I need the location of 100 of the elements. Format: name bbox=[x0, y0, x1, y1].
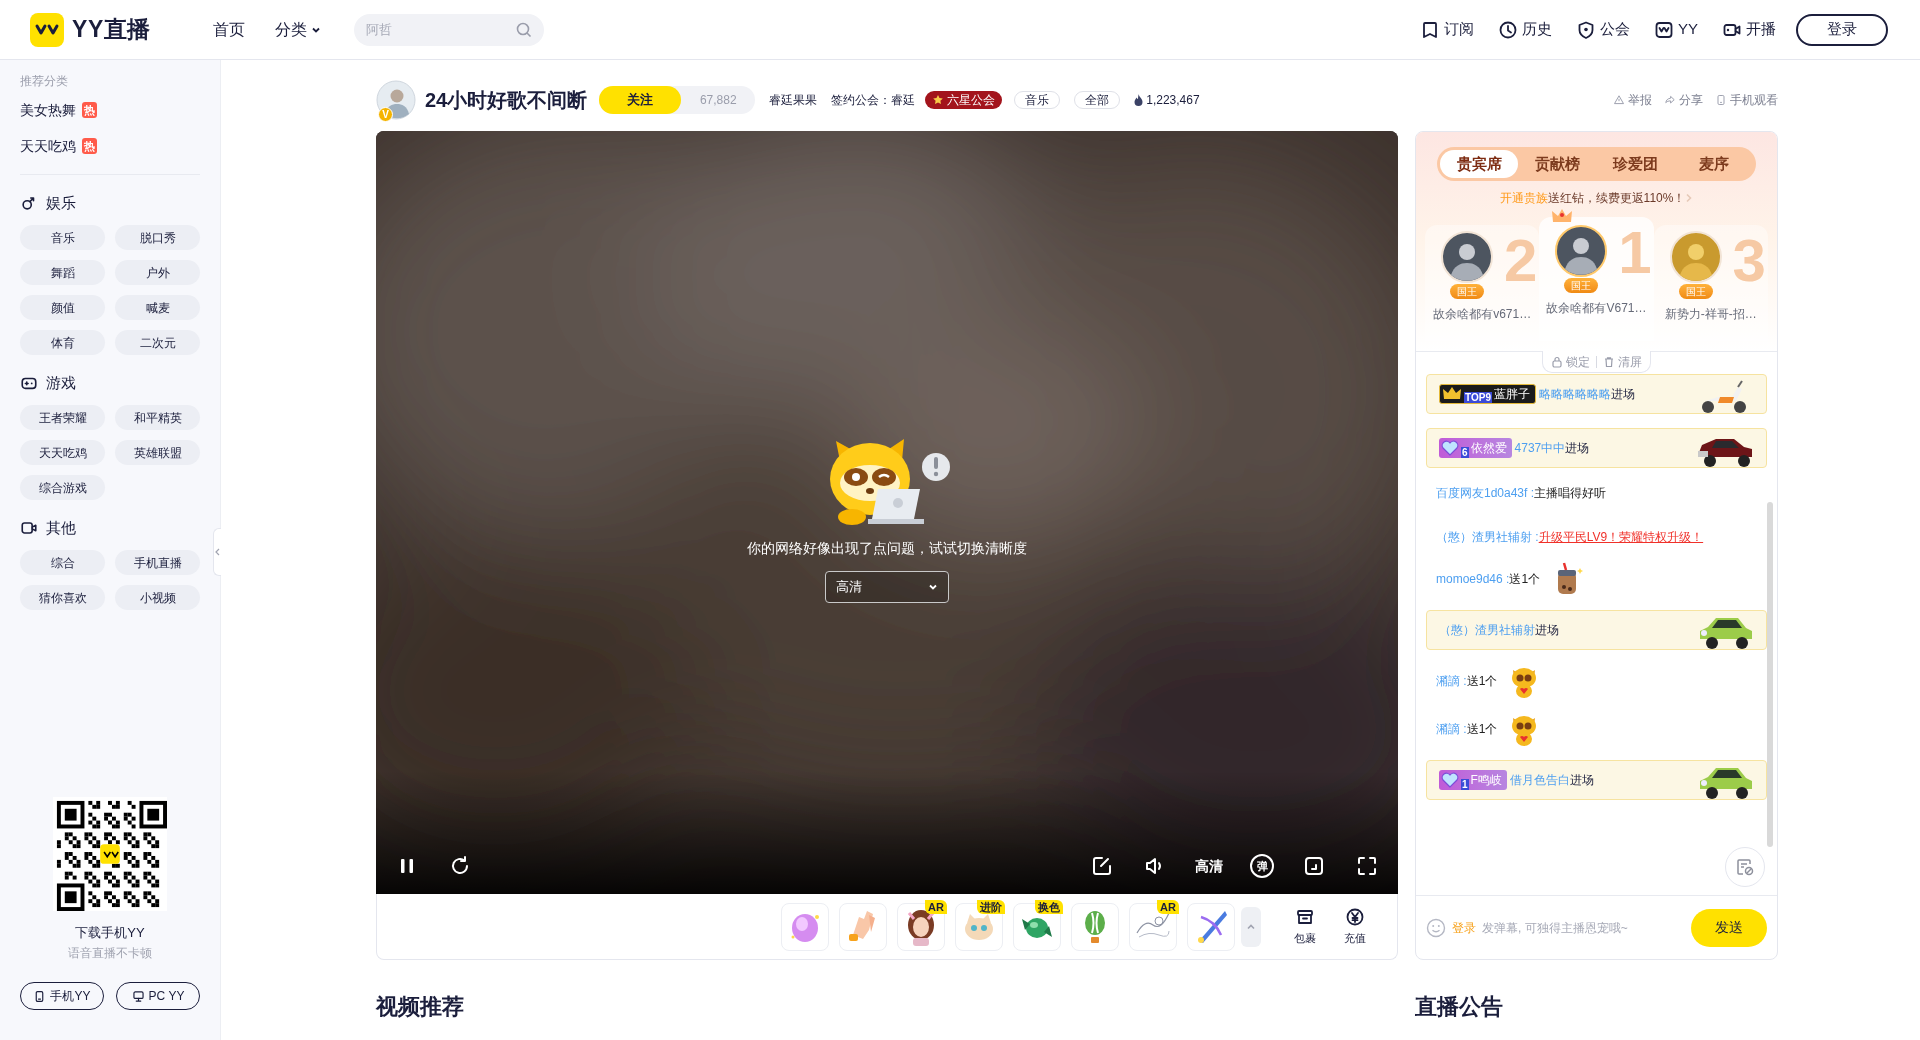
entry-text: 略略略略略略进场 bbox=[1538, 386, 1635, 403]
message-field[interactable]: 发弹幕, 可独得主播恩宠哦~ bbox=[1482, 918, 1685, 937]
title-badge: 国王 bbox=[1564, 278, 1599, 293]
send-button[interactable]: 发送 bbox=[1691, 908, 1767, 947]
category-chip[interactable]: 音乐 bbox=[20, 225, 105, 250]
panel-tab[interactable]: 麦序 bbox=[1674, 150, 1753, 178]
category-chip[interactable]: 二次元 bbox=[115, 330, 200, 355]
gift-button[interactable] bbox=[839, 902, 887, 951]
search-field[interactable]: 阿哲 bbox=[354, 13, 544, 46]
chevron-icon bbox=[1685, 193, 1694, 203]
sidebar-link[interactable]: 天天吃鸡 bbox=[20, 135, 76, 157]
header-link[interactable]: 公会 bbox=[1576, 18, 1630, 41]
promo-link[interactable]: 开通贵族送红钻，续费更返110%！ bbox=[1499, 189, 1686, 207]
category-chip[interactable]: 舞蹈 bbox=[20, 260, 105, 285]
header-link[interactable]: 历史 bbox=[1498, 18, 1552, 41]
panel-tab[interactable]: 珍爱团 bbox=[1596, 150, 1675, 178]
pip-icon bbox=[1303, 855, 1325, 877]
guild-label: 签约公会：睿廷 bbox=[831, 92, 916, 109]
category-chip[interactable]: 英雄联盟 bbox=[115, 440, 200, 465]
sidebar-link[interactable]: 美女热舞 bbox=[20, 99, 76, 121]
login-button[interactable]: 登录 bbox=[1796, 13, 1888, 46]
category-chip[interactable]: 王者荣耀 bbox=[20, 405, 105, 430]
rank-number: 2 bbox=[1503, 231, 1538, 291]
quality-select[interactable]: 高清 bbox=[825, 571, 949, 603]
badge-label: F鸣岐 bbox=[1470, 772, 1502, 789]
gift-button[interactable]: 进阶 bbox=[955, 902, 1003, 951]
crown-icon bbox=[1442, 386, 1462, 402]
user-avatar[interactable] bbox=[1441, 231, 1494, 283]
nav-link[interactable]: 分类 bbox=[275, 17, 321, 42]
gift-button[interactable] bbox=[1187, 902, 1235, 951]
category-chip[interactable]: 和平精英 bbox=[115, 405, 200, 430]
collapse-handle[interactable] bbox=[213, 528, 221, 576]
user-avatar[interactable] bbox=[1555, 225, 1608, 277]
danmaku-filter-button[interactable] bbox=[1725, 847, 1765, 887]
recharge-button[interactable]: 充值 bbox=[1335, 906, 1375, 947]
error-message: 你的网络好像出现了点问题，试试切换清晰度 bbox=[747, 539, 1027, 558]
category-chip[interactable]: 猜你喜欢 bbox=[20, 585, 105, 610]
yy-logo-icon bbox=[1654, 19, 1674, 40]
entry-text: 4737中中进场 bbox=[1514, 440, 1590, 457]
rank-number: 1 bbox=[1618, 223, 1652, 283]
gift-button[interactable]: 换色 bbox=[1013, 902, 1061, 951]
category-chip[interactable]: 户外 bbox=[115, 260, 200, 285]
hot-badge: 热 bbox=[82, 138, 97, 154]
badge-level: 6 bbox=[1461, 447, 1469, 458]
heart-icon bbox=[1441, 440, 1459, 456]
nav-link[interactable]: 首页 bbox=[213, 17, 245, 42]
chevron-icon bbox=[215, 548, 220, 556]
logo-text[interactable]: YY直播 bbox=[72, 12, 151, 47]
badge-level: TOP9 bbox=[1464, 392, 1492, 403]
entry-text: （憨）渣男社辅射进场 bbox=[1439, 622, 1559, 639]
gift-button[interactable] bbox=[1071, 902, 1119, 951]
emoji-icon[interactable] bbox=[1426, 917, 1446, 938]
category-chip[interactable]: 综合游戏 bbox=[20, 475, 105, 500]
gift-message: momoe9d46 :送1个 bbox=[1436, 571, 1541, 588]
gift-button[interactable]: AR bbox=[1129, 902, 1177, 951]
header-link[interactable]: 开播 bbox=[1722, 18, 1776, 41]
monitor-icon bbox=[131, 989, 145, 1003]
search-icon[interactable] bbox=[516, 21, 532, 38]
section-heading: 视频推荐 bbox=[376, 994, 464, 1019]
follow-button[interactable]: 关注 bbox=[599, 86, 682, 114]
gift-button[interactable] bbox=[781, 902, 829, 951]
category-chip[interactable]: 颜值 bbox=[20, 295, 105, 320]
gift-tag: 换色 bbox=[1035, 899, 1063, 914]
entry-text: 借月色告白进场 bbox=[1509, 772, 1594, 789]
panel-tab[interactable]: 贵宾席 bbox=[1440, 150, 1519, 178]
download-subtitle: 语音直播不卡顿 bbox=[68, 945, 152, 962]
rank-number: 3 bbox=[1732, 231, 1766, 291]
gift-button[interactable]: AR bbox=[897, 902, 945, 951]
category-chip[interactable]: 手机直播 bbox=[115, 550, 200, 575]
section-heading: 直播公告 bbox=[1415, 994, 1503, 1019]
action-link[interactable]: 举报 bbox=[1613, 91, 1652, 109]
action-link[interactable]: 分享 bbox=[1664, 91, 1703, 109]
star-icon bbox=[932, 94, 945, 106]
bag-button[interactable]: 包裹 bbox=[1285, 906, 1325, 947]
category-chip[interactable]: 小视频 bbox=[115, 585, 200, 610]
download-title: 下载手机YY bbox=[75, 923, 145, 942]
quality-button[interactable]: 高清 bbox=[1195, 855, 1223, 877]
category-chip[interactable]: 喊麦 bbox=[115, 295, 200, 320]
badge-label: 蓝胖子 bbox=[1493, 386, 1530, 403]
logo-icon[interactable] bbox=[30, 12, 64, 47]
category-chip[interactable]: 综合 bbox=[20, 550, 105, 575]
scrollbar[interactable] bbox=[1767, 502, 1773, 847]
header-link[interactable]: 订阅 bbox=[1420, 18, 1474, 41]
category-chip[interactable]: 体育 bbox=[20, 330, 105, 355]
streamer-avatar[interactable] bbox=[376, 80, 416, 120]
header-link[interactable]: YY bbox=[1654, 18, 1698, 41]
category-chip[interactable]: 脱口秀 bbox=[115, 225, 200, 250]
category-chip[interactable]: 天天吃鸡 bbox=[20, 440, 105, 465]
trash-icon bbox=[1603, 355, 1615, 368]
chat-message: 百度网友1d0a43f :主播唱得好听 bbox=[1436, 485, 1607, 502]
follower-count: 67,882 bbox=[698, 92, 738, 109]
stream-title: 24小时好歌不间断 bbox=[425, 88, 588, 113]
share-icon bbox=[1664, 94, 1676, 106]
action-link[interactable]: 手机观看 bbox=[1715, 91, 1778, 109]
panel-tab[interactable]: 贡献榜 bbox=[1518, 150, 1597, 178]
danmaku-button[interactable]: 弹 bbox=[1250, 854, 1274, 878]
system-message: （憨）渣男社辅射 :升级平民LV9！荣耀特权升级！ bbox=[1436, 529, 1704, 546]
gift-message: 潲謫 :送1个 bbox=[1436, 721, 1498, 738]
lock-icon bbox=[1551, 355, 1563, 368]
video-camera-icon bbox=[20, 519, 38, 537]
